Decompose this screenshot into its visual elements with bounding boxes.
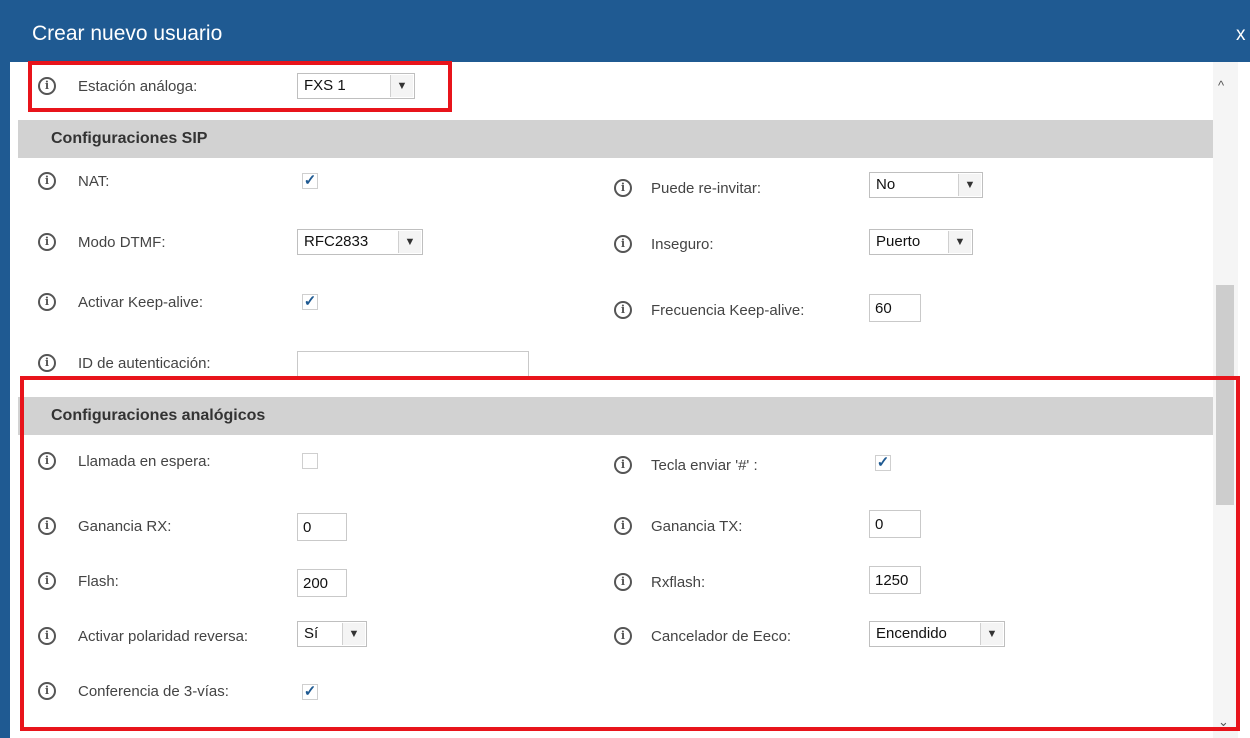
dialog-window: Crear nuevo usuario x i Estación análoga… (0, 0, 1250, 738)
keepalive-label: Activar Keep-alive: (78, 294, 204, 311)
info-icon: i (614, 235, 632, 253)
reinvite-label: Puede re-invitar: (651, 180, 762, 197)
chevron-down-icon[interactable]: ▼ (958, 174, 981, 196)
highlight-box-analog (20, 376, 1240, 731)
dialog-title: Crear nuevo usuario (32, 22, 223, 45)
section-title-sip: Configuraciones SIP (51, 130, 208, 147)
info-icon: i (38, 293, 56, 311)
auth-id-input[interactable] (297, 351, 529, 379)
auth-id-label: ID de autenticación: (78, 355, 211, 372)
insecure-value: Puerto (876, 233, 921, 250)
chevron-down-icon[interactable]: ▼ (948, 231, 971, 253)
section-header-sip: Configuraciones SIP (18, 120, 1214, 158)
dialog-left-border (0, 0, 10, 738)
highlight-box-station (28, 61, 452, 112)
close-button[interactable]: x (1236, 24, 1246, 46)
dialog-titlebar: Crear nuevo usuario x (0, 0, 1250, 62)
info-icon: i (38, 354, 56, 372)
info-icon: i (614, 301, 632, 319)
nat-label: NAT: (78, 173, 110, 190)
keepalive-freq-label: Frecuencia Keep-alive: (651, 302, 805, 319)
dtmf-select[interactable]: RFC2833 ▼ (297, 229, 423, 255)
chevron-up-icon[interactable]: ^ (1218, 78, 1224, 93)
keepalive-freq-input[interactable]: 60 (869, 294, 921, 322)
nat-checkbox[interactable]: ✓ (302, 173, 318, 189)
check-icon: ✓ (303, 172, 317, 189)
keepalive-freq-value: 60 (875, 300, 892, 317)
info-icon: i (38, 172, 56, 190)
check-icon: ✓ (303, 293, 317, 310)
keepalive-checkbox[interactable]: ✓ (302, 294, 318, 310)
insecure-label: Inseguro: (651, 236, 714, 253)
info-icon: i (614, 179, 632, 197)
reinvite-value: No (876, 176, 896, 193)
info-icon: i (38, 233, 56, 251)
chevron-down-icon[interactable]: ▼ (398, 231, 421, 253)
insecure-select[interactable]: Puerto ▼ (869, 229, 973, 255)
dtmf-value: RFC2833 (304, 233, 369, 250)
dtmf-label: Modo DTMF: (78, 234, 166, 251)
reinvite-select[interactable]: No ▼ (869, 172, 983, 198)
